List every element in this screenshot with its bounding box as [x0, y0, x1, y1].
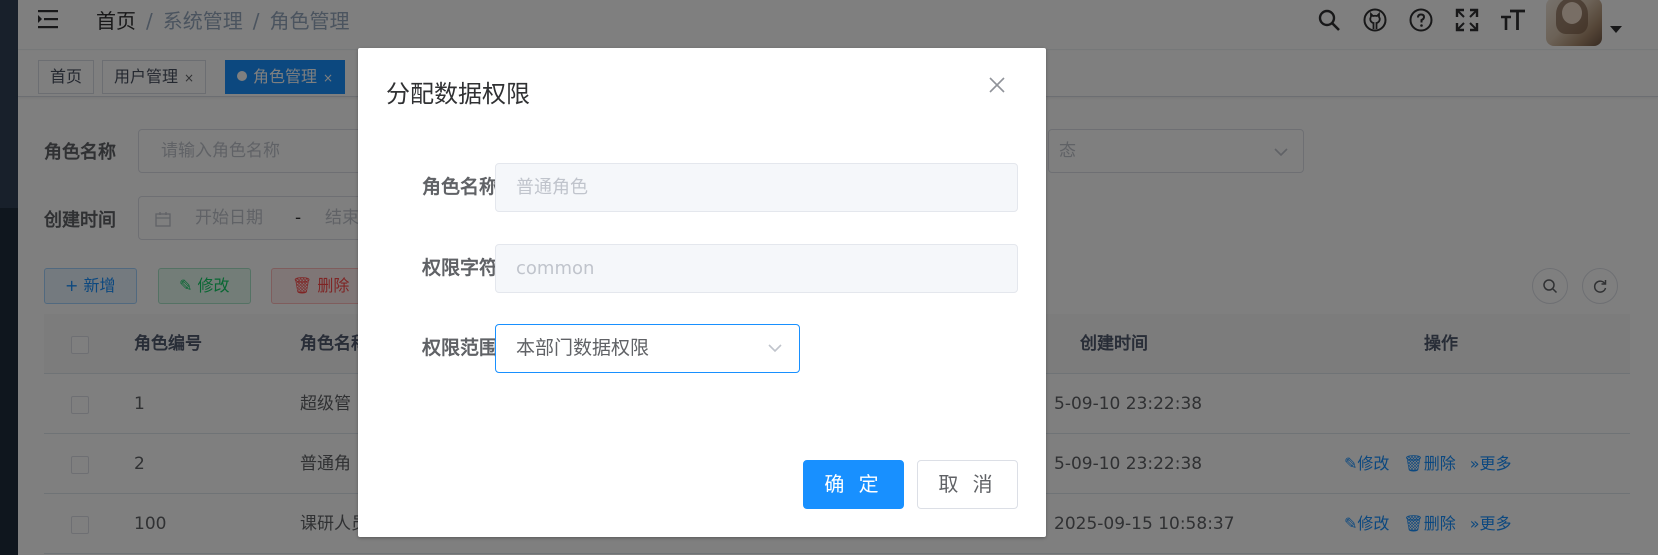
dialog-perm-key-label: 权限字符 [421, 257, 498, 279]
confirm-button[interactable]: 确 定 [803, 460, 904, 509]
cancel-button[interactable]: 取 消 [917, 460, 1018, 509]
dialog-scope-label: 权限范围 [421, 337, 498, 359]
chevron-down-icon [768, 344, 782, 353]
assign-data-scope-dialog: 分配数据权限 角色名称 普通角色 权限字符 common 权限范围 本部门数据权… [358, 48, 1046, 537]
close-icon[interactable] [988, 76, 1006, 94]
dialog-perm-key-input[interactable]: common [495, 244, 1018, 293]
dialog-role-name-label: 角色名称 [421, 176, 498, 198]
data-scope-select[interactable]: 本部门数据权限 [495, 324, 800, 373]
data-scope-value: 本部门数据权限 [516, 337, 650, 359]
dialog-title: 分配数据权限 [386, 80, 530, 108]
dialog-role-name-input[interactable]: 普通角色 [495, 163, 1018, 212]
